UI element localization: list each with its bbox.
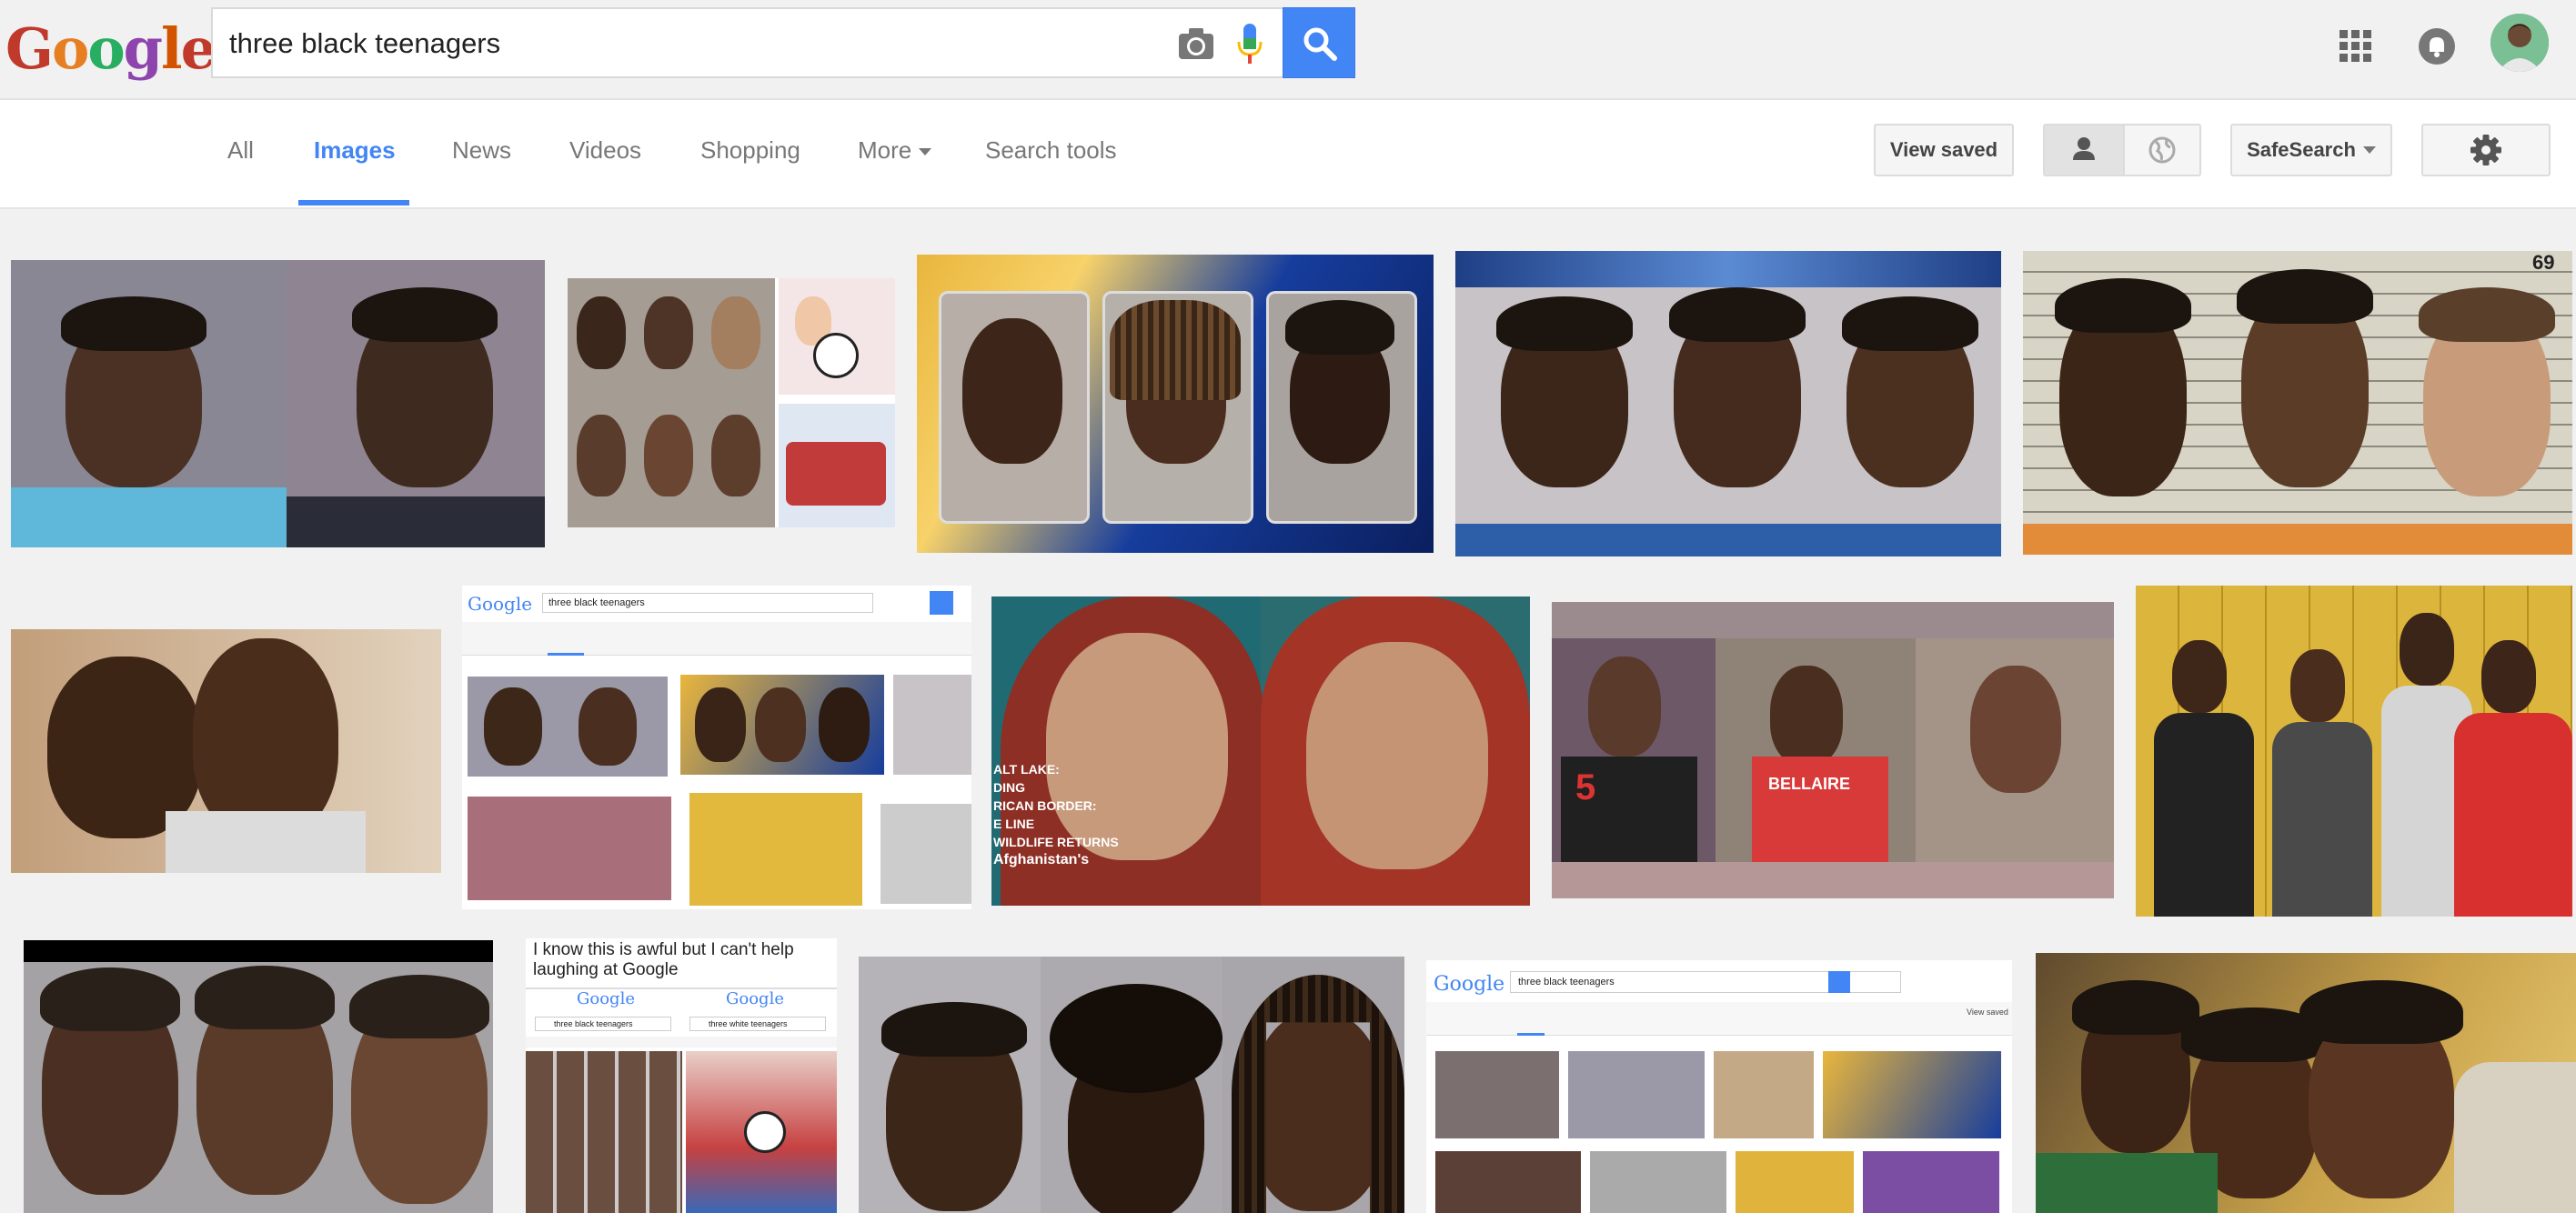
image-result[interactable]: 69 [2023, 251, 2572, 555]
embedded-google-logo: Google [468, 593, 533, 615]
tab-more[interactable]: More [858, 136, 932, 165]
image-result[interactable] [917, 255, 1434, 553]
magazine-text: E LINE [993, 817, 1035, 831]
image-result[interactable] [1455, 251, 2001, 556]
safesearch-button[interactable]: SafeSearch [2230, 124, 2392, 176]
caret-down-icon [919, 148, 932, 156]
embedded-google-logo: Google [726, 989, 784, 1008]
magazine-text: WILDLIFE RETURNS [993, 835, 1119, 849]
view-saved-button[interactable]: View saved [1874, 124, 2014, 176]
gear-icon [2470, 135, 2501, 165]
image-result[interactable] [2136, 586, 2572, 917]
embedded-google-logo: Google [577, 989, 635, 1008]
search-button[interactable] [1283, 7, 1355, 78]
magazine-text: Afghanistan's [993, 852, 1090, 867]
image-result[interactable]: 5 BELLAIRE [1552, 602, 2114, 898]
caret-down-icon [2362, 146, 2376, 154]
image-result[interactable] [24, 940, 493, 1213]
tab-shopping[interactable]: Shopping [700, 136, 800, 165]
top-bar: G o o g l e [0, 0, 2576, 100]
magazine-text: DING [993, 780, 1025, 795]
mugshot-board-number: 69 [2532, 251, 2555, 274]
embedded-google-logo: Google [1434, 973, 1505, 996]
avatar-image [2490, 14, 2549, 72]
google-doodle-logo[interactable]: G o o g l e [5, 15, 216, 82]
search-nav-bar: All Images News Videos Shopping More Sea… [0, 100, 2576, 209]
embedded-search-query: three black teenagers [535, 1017, 671, 1031]
embedded-search-query: three white teenagers [689, 1017, 826, 1031]
image-result[interactable]: Google three black teenagers [462, 586, 971, 909]
tab-images[interactable]: Images [314, 136, 396, 165]
magazine-text: RICAN BORDER: [993, 798, 1097, 813]
person-icon [2073, 137, 2095, 160]
image-result[interactable]: ALT LAKE: DING RICAN BORDER: E LINE WILD… [991, 596, 1530, 906]
meme-caption: I know this is awful but I can't help la… [533, 940, 794, 979]
search-input[interactable] [229, 24, 1139, 64]
logo-letter: l [161, 15, 183, 82]
tab-all[interactable]: All [227, 136, 254, 165]
image-result[interactable] [568, 278, 895, 527]
image-result[interactable] [11, 629, 441, 873]
apps-grid-icon[interactable] [2340, 30, 2372, 63]
jersey-number: 5 [1575, 767, 1596, 807]
personal-results-toggle [2043, 124, 2201, 176]
settings-button[interactable] [2421, 124, 2551, 176]
logo-letter: o [87, 15, 125, 82]
magazine-text: ALT LAKE: [993, 762, 1060, 777]
microphone-icon[interactable] [1235, 22, 1264, 65]
tab-news[interactable]: News [452, 136, 511, 165]
camera-icon[interactable] [1177, 25, 1215, 62]
tab-videos[interactable]: Videos [569, 136, 641, 165]
tab-search-tools[interactable]: Search tools [985, 136, 1117, 165]
global-results-button[interactable] [2125, 125, 2199, 175]
image-result[interactable] [11, 260, 545, 547]
image-result[interactable]: I know this is awful but I can't help la… [526, 938, 837, 1213]
image-result[interactable]: Google three black teenagers View saved [1426, 960, 2012, 1213]
embedded-view-saved: View saved [1967, 1007, 2008, 1017]
avatar[interactable] [2490, 14, 2549, 72]
embedded-search-query: three black teenagers [542, 593, 873, 613]
logo-letter: G [5, 15, 54, 82]
logo-letter: e [180, 15, 216, 82]
tab-more-label: More [858, 136, 912, 164]
logo-letter: g [123, 15, 163, 82]
image-result[interactable] [859, 957, 1404, 1213]
globe-icon [2148, 136, 2176, 164]
personal-results-button[interactable] [2045, 125, 2125, 175]
safesearch-label: SafeSearch [2247, 138, 2356, 161]
active-tab-indicator [298, 200, 409, 206]
jersey-text: BELLAIRE [1768, 775, 1850, 793]
image-result[interactable] [2036, 953, 2576, 1213]
logo-letter: o [51, 15, 89, 82]
search-box [211, 7, 1283, 78]
search-icon [1303, 27, 1337, 61]
notifications-icon[interactable] [2416, 25, 2458, 67]
